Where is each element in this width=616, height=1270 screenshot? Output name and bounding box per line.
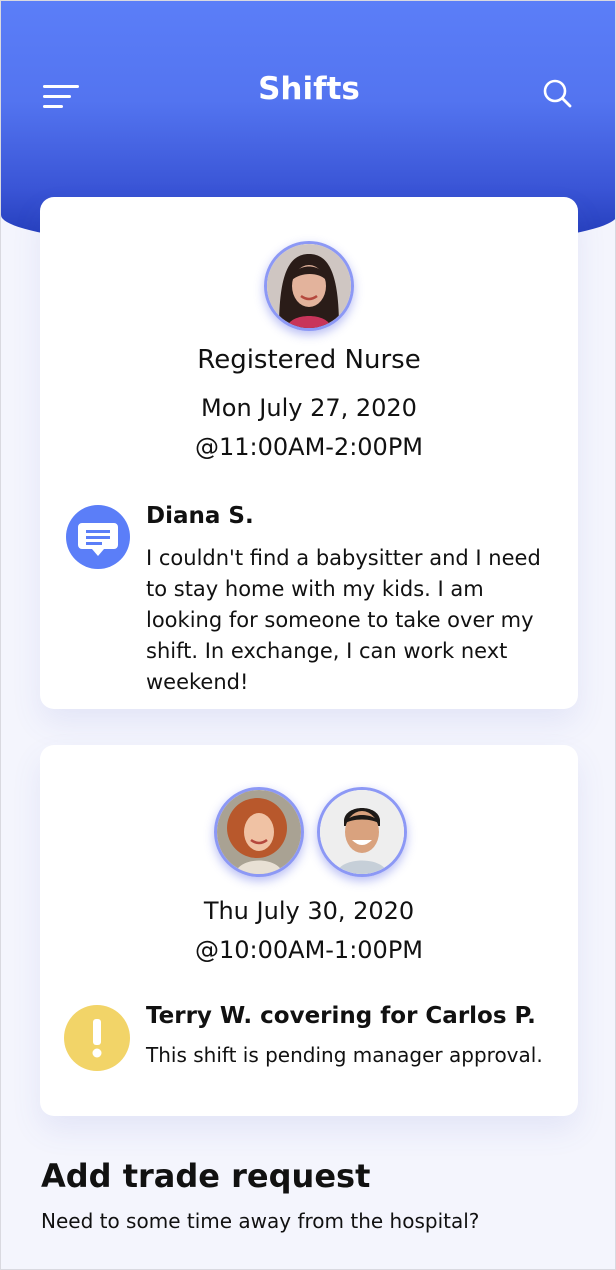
shift-date: Mon July 27, 2020	[201, 394, 417, 422]
chat-bubble-icon	[66, 505, 130, 569]
add-trade-request-subtitle: Need to some time away from the hospital…	[41, 1209, 480, 1233]
sender-name: Diana S.	[146, 503, 254, 529]
exclamation-icon	[64, 1005, 130, 1071]
app-screen: Shifts Registered Nurse Mon July 27, 202…	[0, 0, 616, 1270]
avatar-terry	[214, 787, 304, 877]
shift-role: Registered Nurse	[197, 345, 421, 375]
shift-post-card[interactable]: Registered Nurse Mon July 27, 2020 @11:0…	[40, 197, 578, 709]
trade-title: Terry W. covering for Carlos P.	[146, 1003, 536, 1029]
avatar-carlos	[317, 787, 407, 877]
trade-card[interactable]: Thu July 30, 2020 @10:00AM-1:00PM Terry …	[40, 745, 578, 1116]
shift-time: @11:00AM-2:00PM	[194, 433, 424, 461]
shift-message: I couldn't find a babysitter and I need …	[146, 546, 541, 694]
trade-time: @10:00AM-1:00PM	[194, 936, 424, 964]
page-title: Shifts	[258, 71, 360, 107]
avatar-diana	[264, 241, 354, 331]
trade-status: This shift is pending manager approval.	[146, 1043, 543, 1067]
search-icon[interactable]	[541, 77, 573, 109]
add-trade-request-heading[interactable]: Add trade request	[41, 1157, 370, 1195]
trade-date: Thu July 30, 2020	[203, 897, 415, 925]
